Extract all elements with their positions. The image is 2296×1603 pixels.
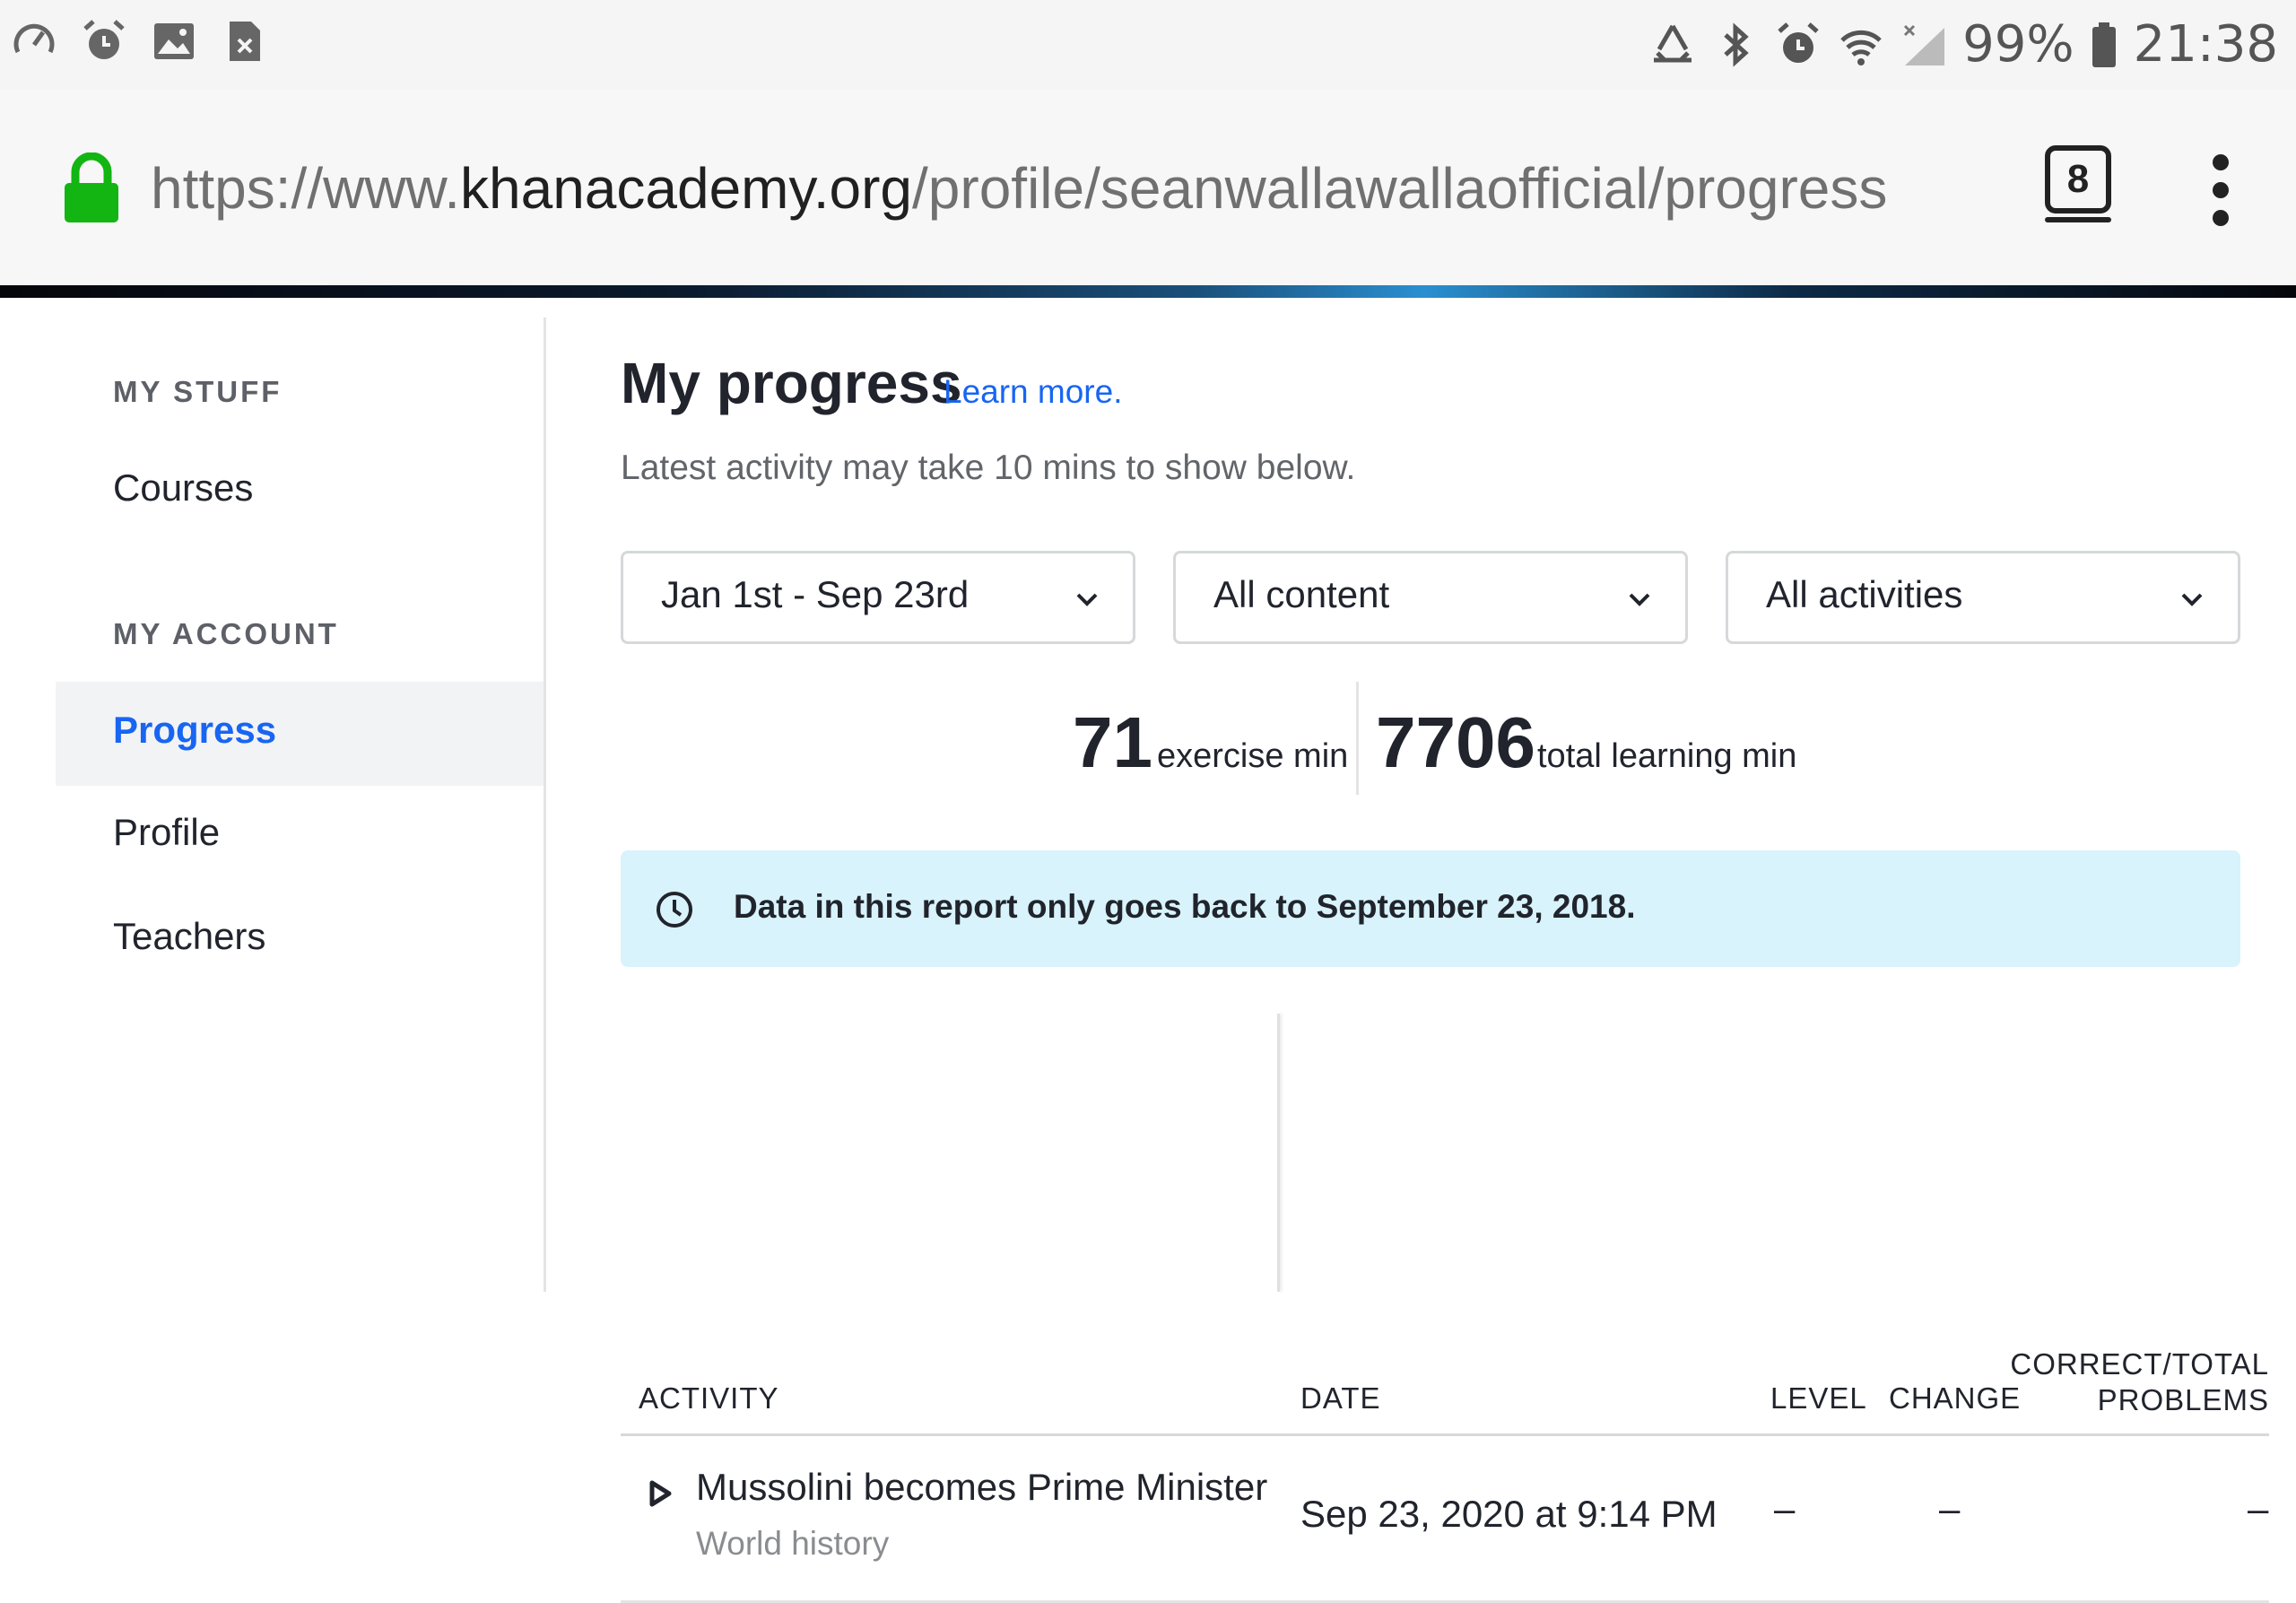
recycle-icon (1648, 21, 1697, 69)
activities-dropdown[interactable]: All activities (1726, 551, 2240, 644)
table-column-divider (1277, 1014, 1280, 1292)
url-field[interactable]: https://www.khanacademy.org/profile/sean… (151, 152, 1887, 224)
battery-percent: 99% (1962, 15, 2074, 74)
info-banner-text: Data in this report only goes back to Se… (734, 888, 1636, 925)
lock-icon (63, 152, 120, 224)
speedometer-icon (11, 18, 57, 65)
url-host: khanacademy.org (460, 156, 912, 221)
sidebar-item-teachers[interactable]: Teachers (113, 915, 265, 958)
content-dropdown[interactable]: All content (1173, 551, 1688, 644)
chevron-down-icon (1074, 586, 1100, 613)
tab-switcher-button[interactable]: 8 (2045, 145, 2111, 222)
exercise-minutes-label: exercise min (1157, 737, 1349, 775)
header-problems: PROBLEMS (2097, 1383, 2269, 1416)
header-activity[interactable]: ACTIVITY (639, 1381, 779, 1416)
header-date[interactable]: DATE (1300, 1381, 1381, 1416)
header-hero-strip (0, 285, 2296, 298)
header-change[interactable]: CHANGE (1889, 1381, 2021, 1416)
chevron-down-icon (1626, 586, 1653, 613)
date-range-value: Jan 1st - Sep 23rd (661, 573, 970, 615)
clock-icon (655, 890, 694, 929)
activity-title[interactable]: Mussolini becomes Prime Minister (696, 1466, 1267, 1509)
status-bar: 99% 21:38 (0, 0, 2296, 90)
menu-dot-icon (2213, 210, 2229, 226)
total-minutes-label: total learning min (1537, 737, 1797, 775)
url-path: /profile/seanwallawallaofficial/progress (912, 156, 1888, 221)
exercise-minutes-value: 71 (1073, 702, 1152, 782)
menu-dot-icon (2213, 154, 2229, 170)
info-banner: Data in this report only goes back to Se… (621, 850, 2240, 967)
browser-address-bar: https://www.khanacademy.org/profile/sean… (0, 90, 2296, 287)
total-minutes-value: 7706 (1376, 702, 1535, 782)
activity-subject: World history (696, 1525, 890, 1562)
chevron-down-icon (2179, 586, 2205, 613)
wifi-icon (1837, 21, 1885, 69)
clock-time: 21:38 (2133, 15, 2278, 74)
page-subtitle: Latest activity may take 10 mins to show… (621, 449, 1356, 487)
alarm-icon (1774, 21, 1822, 69)
sidebar: MY STUFF Courses MY ACCOUNT Progress Pro… (0, 318, 546, 1292)
battery-icon (2089, 21, 2119, 69)
activity-level: – (1774, 1487, 1796, 1529)
alarm-icon (81, 18, 127, 65)
content-value: All content (1213, 573, 1390, 615)
play-icon[interactable] (648, 1480, 673, 1507)
bluetooth-icon (1711, 21, 1760, 69)
sidebar-heading-my-account: MY ACCOUNT (113, 617, 339, 650)
sidebar-item-courses[interactable]: Courses (113, 466, 253, 510)
learn-more-link[interactable]: Learn more. (944, 373, 1123, 411)
menu-dot-icon (2213, 182, 2229, 198)
stats-summary: 71 exercise min 7706 total learning min (621, 676, 2271, 802)
main-content: My progress Learn more. Latest activity … (621, 318, 2271, 1603)
close-box-icon (221, 18, 267, 65)
date-range-dropdown[interactable]: Jan 1st - Sep 23rd (621, 551, 1135, 644)
url-scheme: https://www. (151, 156, 460, 221)
sidebar-item-profile[interactable]: Profile (113, 811, 220, 854)
overflow-menu-button[interactable] (2203, 154, 2239, 226)
table-header-divider (621, 1433, 2269, 1436)
sidebar-item-progress[interactable]: Progress (113, 709, 276, 752)
activity-date: Sep 23, 2020 at 9:14 PM (1300, 1493, 1718, 1535)
activity-correct: – (2248, 1487, 2269, 1529)
activity-table: ACTIVITY DATE LEVEL CHANGE CORRECT/TOTAL… (621, 1014, 2271, 1603)
activities-value: All activities (1766, 573, 1963, 615)
sidebar-heading-my-stuff: MY STUFF (113, 375, 283, 408)
page-title: My progress (621, 351, 962, 415)
header-level[interactable]: LEVEL (1770, 1381, 1867, 1416)
stats-divider (1356, 682, 1359, 795)
signal-icon (1900, 21, 1948, 69)
header-correct-total[interactable]: CORRECT/TOTAL (2010, 1347, 2269, 1381)
activity-change: – (1939, 1487, 1961, 1529)
image-icon (151, 18, 197, 65)
